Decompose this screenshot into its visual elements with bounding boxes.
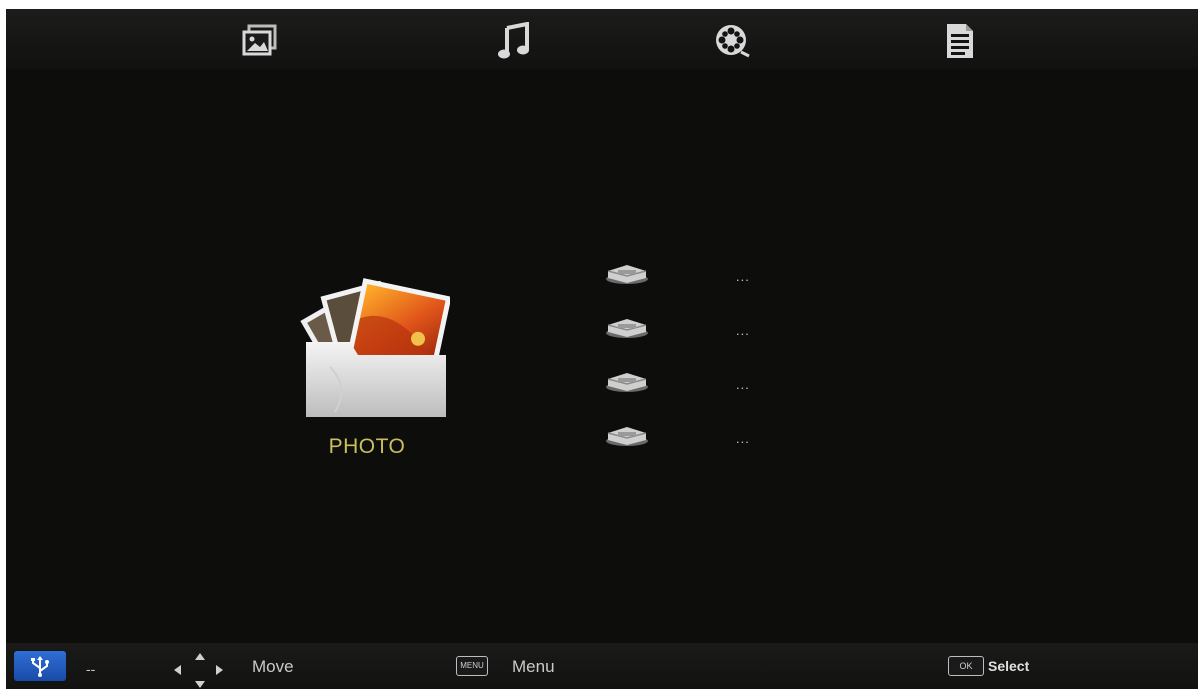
device-list: ... ... ... ... (600, 257, 800, 473)
usb-status: -- (86, 661, 96, 677)
movie-icon[interactable] (712, 21, 752, 61)
ok-key-icon: OK (948, 656, 984, 676)
device-name: ... (736, 377, 750, 392)
help-bar: -- Move MENU Menu OK Select (6, 643, 1198, 689)
device-item[interactable]: ... (600, 419, 800, 473)
photo-folder-icon[interactable] (290, 267, 452, 417)
usb-drive-icon (606, 265, 648, 284)
select-hint: Select (988, 658, 1030, 674)
music-icon[interactable] (494, 21, 534, 61)
text-icon[interactable] (940, 21, 980, 61)
device-name: ... (736, 431, 750, 446)
usb-drive-icon (606, 373, 648, 392)
usb-drive-icon (606, 427, 648, 446)
menu-key-icon: MENU (456, 656, 488, 676)
direction-keys-icon (174, 653, 224, 688)
usb-source-icon[interactable] (14, 651, 66, 681)
device-item[interactable]: ... (600, 365, 800, 419)
category-label: PHOTO (328, 435, 406, 458)
usb-drive-icon (606, 319, 648, 338)
device-name: ... (736, 323, 750, 338)
device-item[interactable]: ... (600, 311, 800, 365)
media-player-screen: PHOTO ... ... ... ... -- Move MENU Menu … (6, 9, 1198, 689)
move-hint: Move (252, 657, 294, 676)
device-item[interactable]: ... (600, 257, 800, 311)
category-bar (6, 9, 1198, 69)
photo-icon[interactable] (240, 21, 280, 61)
device-name: ... (736, 269, 750, 284)
menu-hint: Menu (512, 657, 555, 676)
